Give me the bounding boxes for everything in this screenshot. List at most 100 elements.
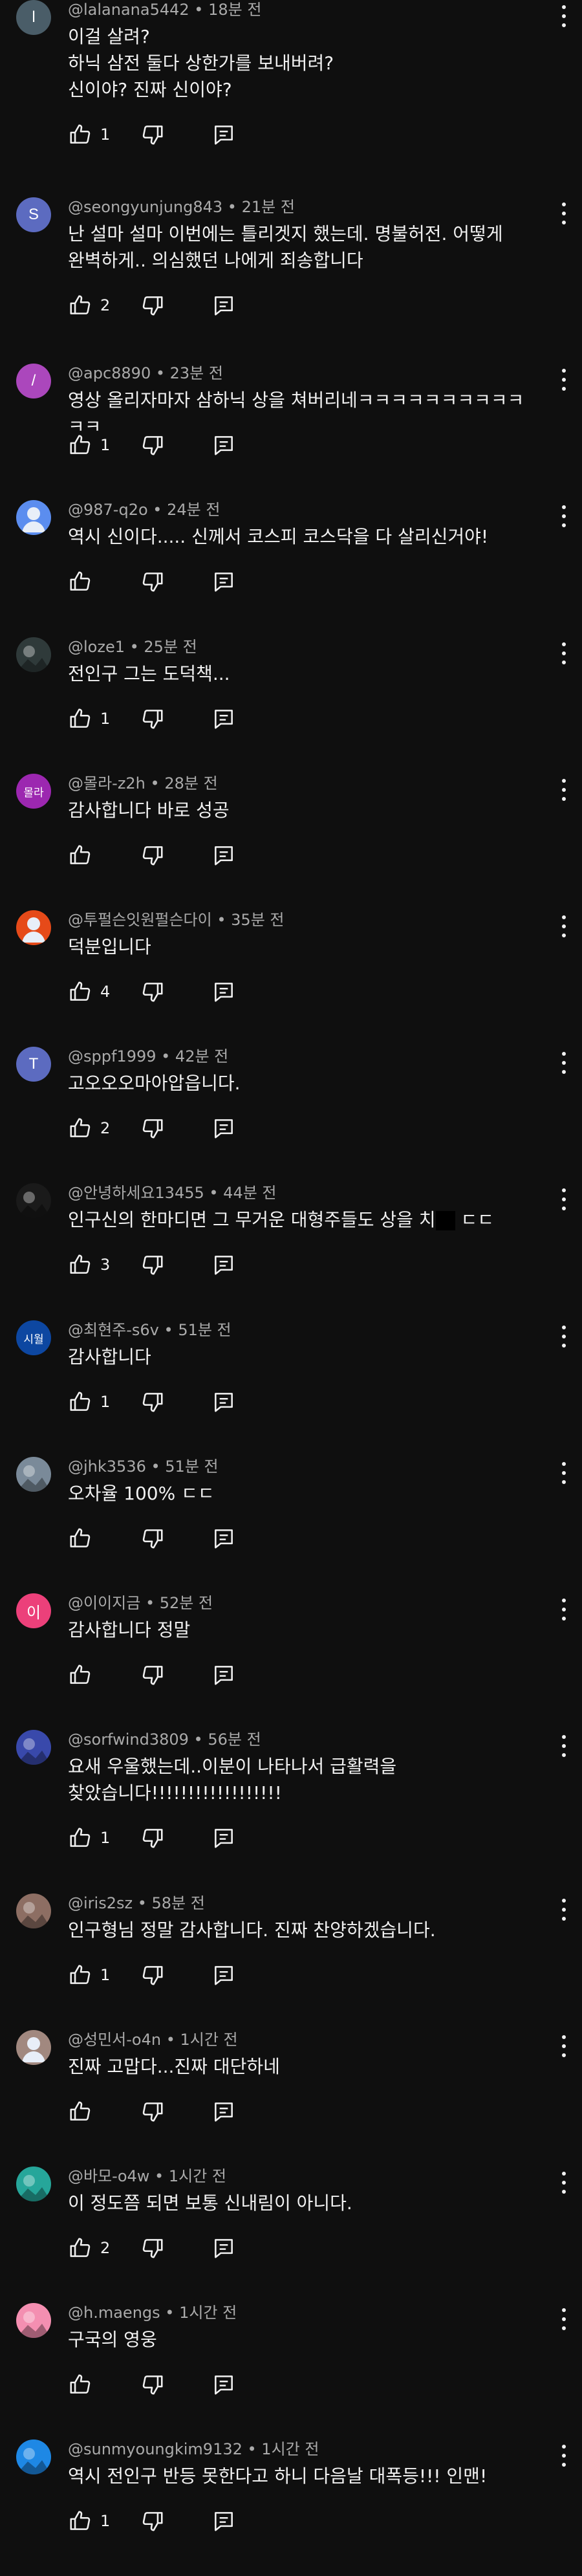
reply-button[interactable]	[211, 706, 236, 731]
avatar[interactable]: S	[16, 197, 51, 232]
more-options-icon[interactable]	[560, 1462, 568, 1484]
reply-button[interactable]	[211, 2372, 236, 2397]
comment-timestamp[interactable]: 1시간 전	[180, 2031, 238, 2049]
like-button[interactable]: 1	[68, 706, 120, 731]
reply-button[interactable]	[211, 1663, 236, 1687]
more-options-icon[interactable]	[560, 1326, 568, 1348]
author-handle[interactable]: @987-q2o	[68, 501, 148, 519]
dislike-button[interactable]	[140, 706, 165, 731]
like-button[interactable]	[68, 569, 92, 594]
comment-timestamp[interactable]: 21분 전	[242, 198, 295, 216]
dislike-button[interactable]	[140, 2236, 165, 2260]
more-options-icon[interactable]	[560, 1052, 568, 1074]
reply-button[interactable]	[211, 1526, 236, 1551]
avatar[interactable]: 시월	[16, 1320, 51, 1355]
dislike-button[interactable]	[140, 2099, 165, 2124]
dislike-button[interactable]	[140, 1116, 165, 1141]
author-handle[interactable]: @seongyunjung843	[68, 198, 222, 216]
avatar[interactable]: /	[16, 364, 51, 398]
dislike-button[interactable]	[140, 293, 165, 318]
avatar[interactable]	[16, 500, 51, 535]
author-handle[interactable]: @apc8890	[68, 364, 151, 382]
comment-timestamp[interactable]: 58분 전	[152, 1894, 205, 1912]
comment-timestamp[interactable]: 52분 전	[160, 1594, 213, 1612]
avatar[interactable]: 이	[16, 1593, 51, 1628]
avatar[interactable]	[16, 637, 51, 672]
reply-button[interactable]	[211, 1826, 236, 1850]
avatar[interactable]	[16, 1183, 51, 1218]
author-handle[interactable]: @이이지금	[68, 1594, 140, 1612]
dislike-button[interactable]	[140, 2509, 165, 2533]
reply-button[interactable]	[211, 979, 236, 1004]
comment-timestamp[interactable]: 18분 전	[208, 1, 261, 19]
comment-timestamp[interactable]: 51분 전	[165, 1457, 218, 1476]
reply-button[interactable]	[211, 1116, 236, 1141]
author-handle[interactable]: @jhk3536	[68, 1457, 146, 1476]
comment-timestamp[interactable]: 35분 전	[231, 911, 284, 929]
comment-timestamp[interactable]: 23분 전	[170, 364, 223, 382]
author-handle[interactable]: @투펄슨잇원펄슨다이	[68, 911, 212, 929]
dislike-button[interactable]	[140, 1826, 165, 1850]
more-options-icon[interactable]	[560, 642, 568, 664]
like-button[interactable]	[68, 1663, 92, 1687]
more-options-icon[interactable]	[560, 1188, 568, 1210]
more-options-icon[interactable]	[560, 2445, 568, 2467]
more-options-icon[interactable]	[560, 5, 568, 27]
author-handle[interactable]: @몰라-z2h	[68, 774, 146, 792]
avatar[interactable]	[16, 1894, 51, 1928]
like-button[interactable]: 1	[68, 433, 120, 457]
more-options-icon[interactable]	[560, 915, 568, 937]
comment-timestamp[interactable]: 42분 전	[175, 1047, 228, 1065]
more-options-icon[interactable]	[560, 2035, 568, 2057]
author-handle[interactable]: @h.maengs	[68, 2304, 160, 2322]
like-button[interactable]: 3	[68, 1252, 120, 1277]
like-button[interactable]	[68, 2099, 92, 2124]
reply-button[interactable]	[211, 569, 236, 594]
like-button[interactable]: 4	[68, 979, 120, 1004]
author-handle[interactable]: @안녕하세요13455	[68, 1184, 204, 1202]
like-button[interactable]	[68, 1526, 92, 1551]
more-options-icon[interactable]	[560, 1735, 568, 1757]
more-options-icon[interactable]	[560, 369, 568, 391]
like-button[interactable]: 1	[68, 122, 120, 147]
more-options-icon[interactable]	[560, 505, 568, 527]
author-handle[interactable]: @바모-o4w	[68, 2167, 149, 2185]
dislike-button[interactable]	[140, 979, 165, 1004]
reply-button[interactable]	[211, 1252, 236, 1277]
more-options-icon[interactable]	[560, 1899, 568, 1921]
reply-button[interactable]	[211, 293, 236, 318]
author-handle[interactable]: @성민서-o4n	[68, 2031, 161, 2049]
more-options-icon[interactable]	[560, 2308, 568, 2330]
reply-button[interactable]	[211, 1390, 236, 1414]
author-handle[interactable]: @sunmyoungkim9132	[68, 2440, 242, 2458]
dislike-button[interactable]	[140, 2372, 165, 2397]
more-options-icon[interactable]	[560, 202, 568, 224]
like-button[interactable]: 1	[68, 1826, 120, 1850]
avatar[interactable]	[16, 2440, 51, 2474]
like-button[interactable]: 1	[68, 1390, 120, 1414]
reply-button[interactable]	[211, 1963, 236, 1987]
avatar[interactable]	[16, 1457, 51, 1492]
avatar[interactable]	[16, 2303, 51, 2338]
like-button[interactable]	[68, 2372, 92, 2397]
author-handle[interactable]: @loze1	[68, 638, 125, 656]
reply-button[interactable]	[211, 2509, 236, 2533]
like-button[interactable]: 2	[68, 1116, 120, 1141]
reply-button[interactable]	[211, 122, 236, 147]
reply-button[interactable]	[211, 2099, 236, 2124]
reply-button[interactable]	[211, 843, 236, 868]
like-button[interactable]: 2	[68, 2236, 120, 2260]
avatar[interactable]	[16, 2167, 51, 2201]
more-options-icon[interactable]	[560, 779, 568, 801]
like-button[interactable]: 2	[68, 293, 120, 318]
avatar[interactable]: l	[16, 0, 51, 35]
author-handle[interactable]: @sorfwind3809	[68, 1730, 189, 1749]
author-handle[interactable]: @최현주-s6v	[68, 1321, 159, 1339]
comment-timestamp[interactable]: 24분 전	[167, 501, 220, 519]
avatar[interactable]	[16, 910, 51, 945]
reply-button[interactable]	[211, 2236, 236, 2260]
comment-timestamp[interactable]: 56분 전	[208, 1730, 261, 1749]
comment-timestamp[interactable]: 44분 전	[223, 1184, 276, 1202]
avatar[interactable]: T	[16, 1047, 51, 1082]
avatar[interactable]	[16, 1730, 51, 1765]
